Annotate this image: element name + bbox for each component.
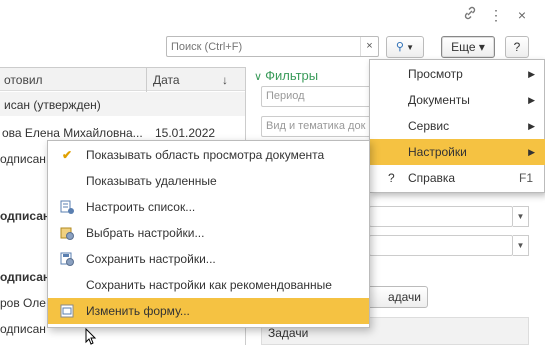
menu-item-label: Настройки [408,145,467,159]
menu-item-label: Справка [408,171,456,185]
filter-select-1[interactable] [369,206,513,227]
search-icon: ⚲ [395,41,404,53]
submenu-item-choose-settings[interactable]: Выбрать настройки... [48,220,369,246]
more-menu: Просмотр ▶ Документы ▶ Сервис ▶ Настройк… [369,59,545,193]
menu-item-service[interactable]: Сервис ▶ [370,113,545,139]
filter-select-2[interactable] [369,235,513,256]
clear-search-button[interactable]: × [360,37,378,56]
more-button[interactable]: Еще ▾ [441,36,495,58]
row-date: 15.01.2022 [155,126,216,140]
question-icon: ? [388,171,395,185]
row-status: исан (утвержден) [4,98,101,112]
column-separator [146,68,147,92]
column-author-header[interactable]: отовил [4,73,43,87]
row-status: одписан [0,152,46,166]
submenu-item-show-preview[interactable]: ✔ Показывать область просмотра документа [48,142,369,168]
row-author: ова Елена Михайловна... [2,126,143,140]
chevron-right-icon: ▶ [528,95,535,105]
table-row[interactable]: исан (утвержден) [0,92,245,116]
submenu-item-label: Сохранить настройки... [86,252,216,266]
menu-item-help[interactable]: ? Справка F1 [370,165,545,191]
search-input[interactable] [167,37,360,56]
chevron-right-icon: ▶ [528,69,535,79]
submenu-item-configure-list[interactable]: Настроить список... [48,194,369,220]
tasks-button[interactable]: адачи [362,286,428,308]
kebab-icon[interactable]: ⋮ [488,6,504,24]
search-box: × [166,36,379,57]
chevron-down-icon: ▼ [403,43,415,52]
row-status: одписан [0,270,51,284]
chevron-right-icon: ▶ [528,147,535,157]
period-field[interactable]: Период [261,86,371,107]
menu-item-documents[interactable]: Документы ▶ [370,87,545,113]
settings-submenu: ✔ Показывать область просмотра документа… [47,140,370,328]
menu-item-view[interactable]: Просмотр ▶ [370,61,545,87]
menu-item-label: Документы [408,93,470,107]
edit-form-icon [59,303,75,319]
chevron-right-icon: ▶ [528,121,535,131]
menu-item-label: Сервис [408,119,450,133]
help-button[interactable]: ? [505,36,529,58]
submenu-item-show-deleted[interactable]: Показывать удаленные [48,168,369,194]
submenu-item-label: Настроить список... [86,200,196,214]
submenu-item-edit-form[interactable]: Изменить форму... [48,298,369,324]
close-icon[interactable]: × [514,6,530,24]
chevron-down-icon: ∨ [254,71,266,83]
save-settings-icon [59,251,75,267]
search-options-button[interactable]: ⚲ ▼ [386,36,424,58]
menu-item-label: Просмотр [408,67,463,81]
row-status: одписан [0,209,51,223]
submenu-item-label: Показывать удаленные [86,174,217,188]
theme-field[interactable]: Вид и тематика док [261,116,371,137]
table-header: отовил Дата ↓ [0,67,245,92]
row-author: ров Оле [0,296,46,310]
row-status: одписан [0,322,46,336]
submenu-item-label: Выбрать настройки... [86,226,205,240]
sort-arrow-icon: ↓ [222,73,228,87]
checkmark-icon: ✔ [61,148,73,162]
link-icon[interactable] [462,6,478,24]
filters-title[interactable]: ∨ Фильтры [254,68,318,83]
submenu-item-label: Изменить форму... [86,304,190,318]
dropdown-arrow-icon[interactable]: ▼ [513,206,529,227]
submenu-item-label: Сохранить настройки как рекомендованные [86,278,332,292]
mouse-cursor-icon [85,327,97,345]
submenu-item-label: Показывать область просмотра документа [86,148,325,162]
menu-item-settings[interactable]: Настройки ▶ [370,139,545,165]
filters-title-label: Фильтры [265,68,319,83]
list-settings-icon [59,199,75,215]
shortcut-label: F1 [518,171,533,185]
column-date-header[interactable]: Дата [153,73,180,87]
choose-settings-icon [59,225,75,241]
dropdown-arrow-icon[interactable]: ▼ [513,235,529,256]
tasks-column-label: Задачи [268,326,309,340]
submenu-item-save-settings[interactable]: Сохранить настройки... [48,246,369,272]
submenu-item-save-recommended[interactable]: Сохранить настройки как рекомендованные [48,272,369,298]
